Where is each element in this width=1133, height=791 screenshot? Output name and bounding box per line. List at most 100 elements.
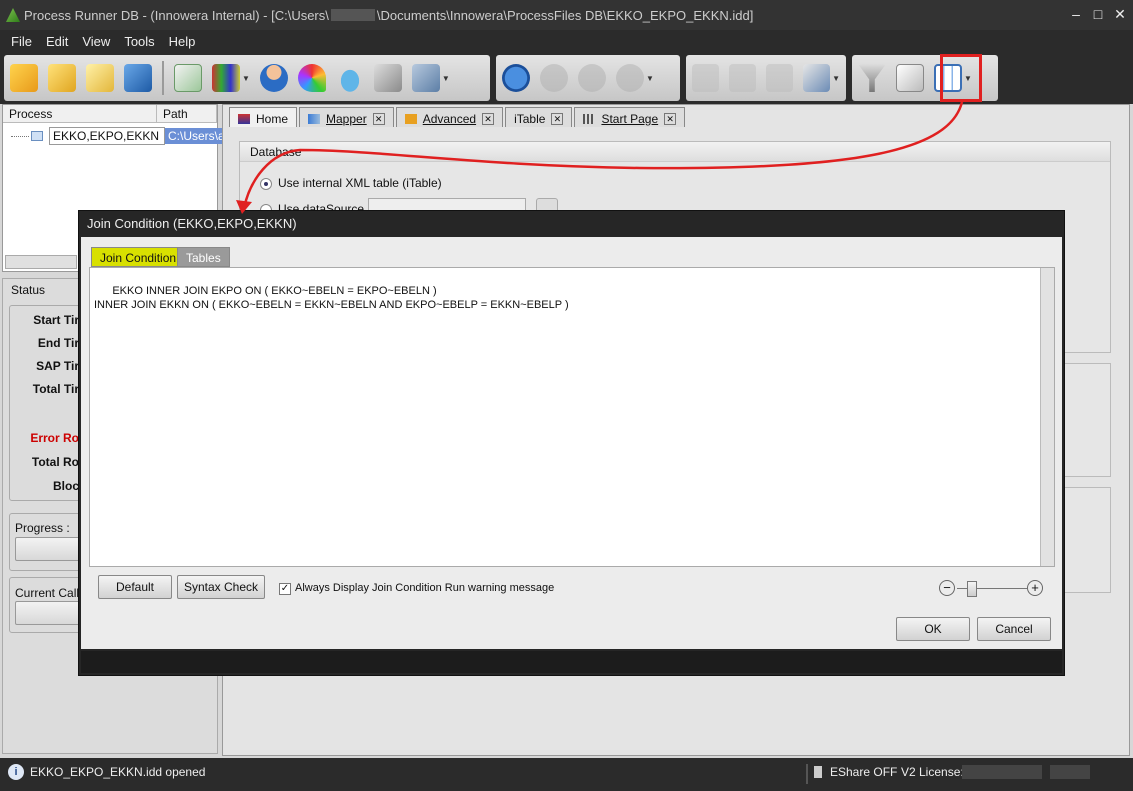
syntax-check-button[interactable]: Syntax Check (177, 575, 265, 599)
run-step-icon[interactable] (540, 64, 568, 92)
app-logo-icon (6, 8, 20, 22)
close-tab-icon[interactable]: ✕ (664, 112, 677, 125)
tree-connector (11, 135, 29, 137)
chevron-down-icon[interactable]: ▼ (442, 74, 450, 83)
maximize-button[interactable]: □ (1087, 4, 1109, 24)
join-condition-dialog: Join Condition (EKKO,EKPO,EKKN) Join Con… (78, 210, 1065, 676)
column-path[interactable]: Path (157, 105, 217, 122)
minimize-button[interactable]: – (1065, 4, 1087, 24)
chevron-down-icon[interactable]: ▼ (646, 74, 654, 83)
eshare-icon (814, 766, 822, 778)
settings-copy-icon[interactable] (729, 64, 757, 92)
mapper-tab-icon (308, 113, 321, 124)
user-icon[interactable] (259, 64, 288, 92)
export-icon[interactable] (803, 64, 831, 92)
tab-advanced[interactable]: Advanced ✕ (395, 107, 504, 127)
open-folder-icon[interactable] (48, 64, 76, 92)
menu-edit[interactable]: Edit (39, 34, 75, 49)
tab-home-label: Home (256, 111, 289, 126)
join-condition-text[interactable]: EKKO INNER JOIN EKPO ON ( EKKO~EBELN = E… (94, 285, 569, 311)
window-title-prefix: Process Runner DB - (Innowera Internal) … (24, 7, 329, 23)
database-disk-icon[interactable] (335, 64, 364, 92)
editor-vertical-scrollbar[interactable] (1040, 268, 1054, 566)
document-tabs: Home Mapper ✕ Advanced ✕ iTable ✕ Start … (229, 107, 686, 127)
menu-file[interactable]: File (4, 34, 39, 49)
home-icon (238, 113, 250, 124)
save-icon[interactable] (124, 64, 152, 92)
chevron-down-icon[interactable]: ▼ (242, 74, 250, 83)
run-icon[interactable] (502, 64, 530, 92)
tab-advanced-label: Advanced (422, 111, 477, 126)
tab-itable-label: iTable (514, 111, 546, 126)
sap-time-label: SAP Tir (36, 359, 79, 373)
dialog-body: Join Condition Tables EKKO INNER JOIN EK… (81, 237, 1062, 649)
dialog-title: Join Condition (EKKO,EKPO,EKKN) (87, 216, 297, 231)
tab-itable[interactable]: iTable ✕ (505, 107, 573, 127)
filter-icon[interactable] (858, 64, 886, 92)
menu-help[interactable]: Help (162, 34, 203, 49)
stop-icon[interactable] (616, 64, 644, 92)
warning-checkbox[interactable]: ✓ (279, 583, 291, 595)
title-bar: Process Runner DB - (Innowera Internal) … (0, 0, 1133, 30)
status-bar: i EKKO_EKPO_EKKN.idd opened EShare OFF V… (0, 758, 1133, 791)
close-tab-icon[interactable]: ✕ (372, 112, 385, 125)
close-button[interactable]: ✕ (1109, 4, 1131, 24)
eshare-status: EShare OFF (830, 765, 898, 779)
join-condition-editor[interactable]: EKKO INNER JOIN EKPO ON ( EKKO~EBELN = E… (89, 267, 1055, 567)
open-recent-icon[interactable] (86, 64, 114, 92)
total-time-label: Total Tir (32, 382, 79, 396)
redacted-username (330, 9, 375, 21)
zoom-out-icon[interactable]: − (939, 580, 955, 596)
document-edit-icon[interactable] (896, 64, 924, 92)
info-icon: i (8, 764, 24, 780)
zoom-thumb[interactable] (967, 581, 977, 597)
chevron-down-icon[interactable]: ▼ (832, 74, 840, 83)
validate-icon[interactable] (578, 64, 606, 92)
new-process-icon[interactable] (10, 64, 38, 92)
toolbar-group-file: ▼ ▼ (4, 55, 490, 101)
process-file-icon (31, 131, 43, 141)
menu-tools[interactable]: Tools (117, 34, 161, 49)
report-icon[interactable] (373, 64, 402, 92)
status-message: EKKO_EKPO_EKKN.idd opened (30, 765, 206, 779)
close-tab-icon[interactable]: ✕ (482, 112, 495, 125)
ok-button[interactable]: OK (896, 617, 970, 641)
warning-checkbox-label[interactable]: Always Display Join Condition Run warnin… (295, 582, 554, 594)
tab-join-condition[interactable]: Join Condition (91, 247, 186, 267)
tab-start-page[interactable]: Start Page ✕ (574, 107, 686, 127)
connector-icon[interactable] (766, 64, 794, 92)
process-list-header: Process Path (3, 105, 217, 123)
zoom-in-icon[interactable]: + (1027, 580, 1043, 596)
start-page-icon (583, 113, 596, 124)
window-title-suffix: \Documents\Innowera\ProcessFiles DB\EKKO… (376, 7, 754, 23)
process-name[interactable]: EKKO,EKPO,EKKN (49, 127, 165, 145)
menu-view[interactable]: View (75, 34, 117, 49)
mapper-icon[interactable] (174, 64, 202, 92)
redacted-user (1050, 765, 1090, 779)
tab-home[interactable]: Home (229, 107, 298, 127)
radio-internal-xml[interactable] (260, 177, 272, 190)
process-path[interactable]: C:\Users\an (165, 128, 227, 144)
column-process[interactable]: Process (3, 105, 157, 122)
join-condition-highlight (940, 54, 982, 102)
tab-tables[interactable]: Tables (177, 247, 230, 267)
option-internal-label: Use internal XML table (iTable) (278, 176, 442, 190)
horizontal-scrollbar[interactable] (5, 255, 77, 269)
cancel-button[interactable]: Cancel (977, 617, 1051, 641)
process-row[interactable]: EKKO,EKPO,EKKN C:\Users\an (11, 127, 227, 145)
close-tab-icon[interactable]: ✕ (551, 112, 564, 125)
option-internal-row[interactable]: Use internal XML table (iTable) (260, 176, 442, 190)
tab-mapper-label: Mapper (326, 111, 367, 126)
color-palette-icon[interactable] (297, 64, 326, 92)
status-header: Status (11, 283, 46, 297)
zoom-slider[interactable]: − + (939, 580, 1043, 598)
copy-icon[interactable] (692, 64, 720, 92)
toolbar-group-tools: ▼ (686, 55, 846, 101)
default-button[interactable]: Default (98, 575, 172, 599)
advanced-tab-icon (404, 113, 417, 124)
redacted-license (962, 765, 1042, 779)
books-icon[interactable] (212, 64, 240, 92)
status-separator (806, 764, 808, 784)
tab-mapper[interactable]: Mapper ✕ (299, 107, 394, 127)
server-grid-icon[interactable] (411, 64, 440, 92)
